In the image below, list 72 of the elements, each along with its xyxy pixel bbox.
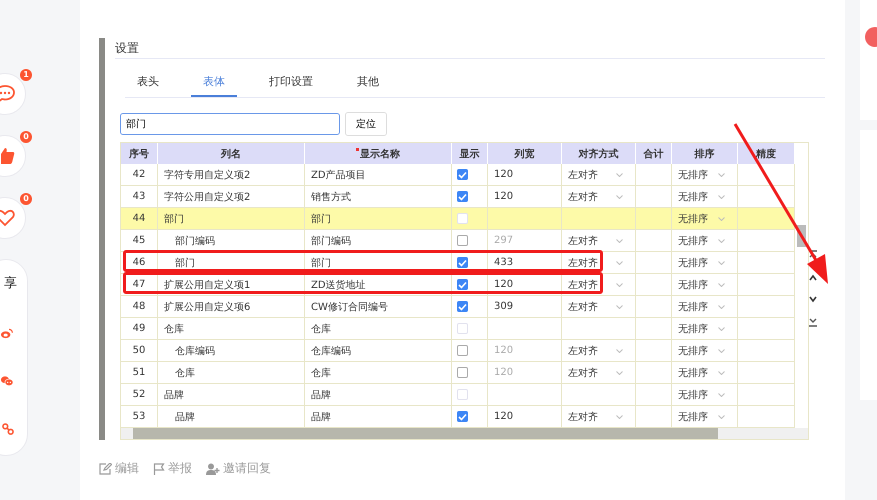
caret-icon (718, 370, 725, 374)
caret-icon (718, 348, 725, 352)
align-select[interactable]: 左对齐 (568, 168, 598, 182)
count-badge: 0 (20, 131, 32, 143)
table-cell: 45 (121, 230, 158, 252)
tab[interactable]: 表头 (125, 69, 171, 97)
column-header: 合计 (644, 148, 664, 160)
caret-icon (718, 326, 725, 330)
caret-icon (616, 348, 623, 352)
add-user-icon (206, 462, 220, 474)
width-value[interactable]: 309 (494, 301, 514, 312)
width-value[interactable]: 120 (494, 169, 514, 180)
column-header: 列名 (221, 148, 241, 160)
caret-icon (718, 282, 725, 286)
tab[interactable]: 表体 (191, 69, 237, 97)
thumbs-up-icon (0, 147, 15, 165)
column-header: 排序 (694, 147, 714, 160)
sort-select[interactable]: 无排序 (678, 190, 708, 204)
move-top-icon[interactable] (808, 250, 818, 259)
checkbox[interactable] (457, 279, 468, 290)
align-select[interactable]: 左对齐 (568, 300, 598, 314)
checkbox[interactable] (457, 169, 468, 180)
tab[interactable]: 打印设置 (257, 69, 325, 97)
caret-icon (616, 304, 623, 308)
align-select[interactable]: 左对齐 (568, 190, 598, 204)
horizontal-scrollbar[interactable] (121, 428, 808, 439)
tab[interactable]: 其他 (345, 69, 391, 97)
share-label: 享 (4, 275, 17, 292)
caret-icon (616, 238, 623, 242)
link-icon[interactable] (0, 422, 17, 435)
sort-select[interactable]: 无排序 (678, 278, 708, 292)
search-field[interactable]: 部门 (120, 113, 340, 135)
checkbox[interactable] (457, 191, 468, 202)
table-cell: 部门编码 (158, 230, 305, 252)
caret-icon (718, 392, 725, 396)
align-select[interactable]: 左对齐 (568, 278, 598, 292)
heart-icon (0, 209, 15, 227)
caret-icon (718, 260, 725, 264)
column-header: 显示 (460, 148, 480, 160)
sort-select[interactable]: 无排序 (678, 168, 708, 182)
flag-icon (153, 462, 165, 474)
caret-icon (718, 414, 725, 418)
width-value[interactable]: 120 (494, 279, 514, 290)
column-header: 序号 (129, 147, 149, 160)
width-value[interactable]: 120 (494, 191, 514, 202)
dialog-title: 设置 (115, 38, 825, 59)
edit-icon (99, 462, 112, 474)
caret-icon (718, 172, 725, 176)
sort-select[interactable]: 无排序 (678, 300, 708, 314)
comment-icon (0, 85, 15, 103)
caret-icon (718, 304, 725, 308)
caret-icon (718, 238, 725, 242)
move-up-icon[interactable] (808, 274, 818, 281)
caret-icon (616, 172, 623, 176)
caret-icon (616, 260, 623, 264)
caret-icon (616, 414, 623, 418)
caret-icon (616, 282, 623, 286)
column-header: 显示名称 (360, 148, 400, 160)
column-header: 精度 (756, 147, 776, 160)
caret-icon (718, 216, 725, 220)
count-badge: 0 (20, 193, 32, 205)
table-cell: 部门编码 (305, 230, 452, 252)
count-badge: 1 (20, 69, 32, 81)
checkbox[interactable] (457, 301, 468, 312)
move-bottom-icon[interactable] (808, 318, 818, 327)
move-down-icon[interactable] (808, 296, 818, 303)
column-header: 列宽 (514, 147, 534, 160)
caret-icon (718, 194, 725, 198)
caret-icon (616, 194, 623, 198)
locate-button[interactable]: 定位 (345, 112, 387, 136)
caret-icon (616, 370, 623, 374)
column-header: 对齐方式 (578, 147, 618, 160)
